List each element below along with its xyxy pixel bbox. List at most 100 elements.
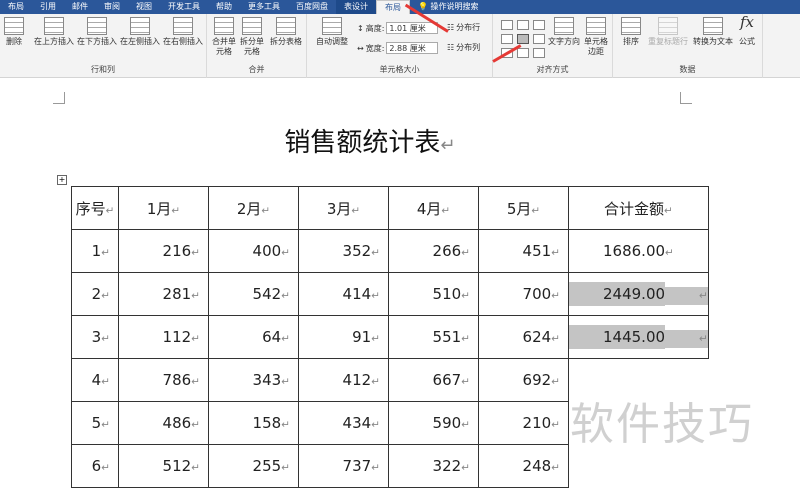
- group-rows-cols: 删除 在上方插入 在下方插入 在左侧插入 在右侧插入 行和列: [0, 14, 207, 78]
- sort-button[interactable]: 排序: [619, 17, 643, 47]
- header-cell[interactable]: 3月↵: [298, 186, 389, 230]
- split-table-button[interactable]: 拆分表格: [267, 17, 305, 47]
- table-cell[interactable]: 512↵: [118, 444, 209, 488]
- table-cell[interactable]: 1↵: [71, 229, 119, 273]
- header-cell[interactable]: 4月↵: [388, 186, 479, 230]
- table-cell[interactable]: 3↵: [71, 315, 119, 359]
- align-middle-right-icon[interactable]: [533, 34, 545, 44]
- table-cell[interactable]: 590↵: [388, 401, 479, 445]
- cell-text: 248: [522, 457, 552, 475]
- table-cell[interactable]: 1686.00↵: [568, 229, 709, 273]
- text-direction-button[interactable]: 文字方向: [547, 17, 581, 47]
- distribute-rows-button[interactable]: ☷ 分布行: [447, 22, 480, 33]
- table-cell[interactable]: 400↵: [208, 229, 299, 273]
- tab-developer[interactable]: 开发工具: [160, 0, 208, 14]
- cell-text: 281: [162, 285, 192, 303]
- tab-more-tools[interactable]: 更多工具: [240, 0, 288, 14]
- table-cell[interactable]: 352↵: [298, 229, 389, 273]
- table-cell[interactable]: 266↵: [388, 229, 479, 273]
- table-cell[interactable]: 322↵: [388, 444, 479, 488]
- autofit-button[interactable]: 自动调整: [312, 17, 352, 47]
- header-cell[interactable]: 5月↵: [478, 186, 569, 230]
- height-input[interactable]: 1.01 厘米: [386, 22, 439, 34]
- table-cell[interactable]: 412↵: [298, 358, 389, 402]
- insert-left-button[interactable]: 在左侧插入: [119, 17, 161, 47]
- table-cell[interactable]: 551↵: [388, 315, 479, 359]
- table-cell[interactable]: 343↵: [208, 358, 299, 402]
- table-cell[interactable]: 451↵: [478, 229, 569, 273]
- autofit-icon: [322, 17, 342, 35]
- tab-view[interactable]: 视图: [128, 0, 160, 14]
- table-cell[interactable]: 434↵: [298, 401, 389, 445]
- table-cell[interactable]: 210↵: [478, 401, 569, 445]
- tab-help[interactable]: 帮助: [208, 0, 240, 14]
- width-input[interactable]: 2.88 厘米: [386, 42, 439, 54]
- cell-text: 322: [432, 457, 462, 475]
- repeat-header-button: 重复标题行: [645, 17, 691, 47]
- fx-icon: fx: [739, 13, 754, 31]
- table-cell[interactable]: 1445.00 ↵: [568, 315, 709, 359]
- cell-margins-icon: [586, 17, 606, 35]
- table-cell[interactable]: 4↵: [71, 358, 119, 402]
- formula-button[interactable]: fx 公式: [735, 13, 759, 47]
- tab-mailings[interactable]: 邮件: [64, 0, 96, 14]
- cell-margins-button[interactable]: 单元格边距: [583, 17, 609, 57]
- header-cell[interactable]: 序号↵: [71, 186, 119, 230]
- table-cell[interactable]: 2↵: [71, 272, 119, 316]
- table-cell[interactable]: 158↵: [208, 401, 299, 445]
- table-cell[interactable]: 510↵: [388, 272, 479, 316]
- align-top-center-icon[interactable]: [517, 20, 529, 30]
- table-cell[interactable]: 486↵: [118, 401, 209, 445]
- table-cell[interactable]: 5↵: [71, 401, 119, 445]
- table-move-handle[interactable]: +: [57, 175, 67, 185]
- table-cell[interactable]: 624↵: [478, 315, 569, 359]
- table-cell[interactable]: 2449.00 ↵: [568, 272, 709, 316]
- insert-right-icon: [173, 17, 193, 35]
- insert-above-button[interactable]: 在上方插入: [33, 17, 75, 47]
- group-alignment: 文字方向 单元格边距 对齐方式: [493, 14, 613, 78]
- delete-table-icon: [4, 17, 24, 35]
- tab-layout[interactable]: 布局: [0, 0, 32, 14]
- table-cell[interactable]: 112↵: [118, 315, 209, 359]
- tell-me-search[interactable]: 💡 操作说明搜索: [418, 0, 479, 14]
- distribute-cols-button[interactable]: ☷ 分布列: [447, 42, 480, 53]
- table-cell[interactable]: 6↵: [71, 444, 119, 488]
- tab-references[interactable]: 引用: [32, 0, 64, 14]
- table-cell[interactable]: 64↵: [208, 315, 299, 359]
- cell-text: 667: [432, 371, 462, 389]
- table-cell[interactable]: 737↵: [298, 444, 389, 488]
- header-cell[interactable]: 合计金额↵: [568, 186, 709, 230]
- table-cell[interactable]: 255↵: [208, 444, 299, 488]
- tab-baidu-netdisk[interactable]: 百度网盘: [288, 0, 336, 14]
- convert-to-text-icon: [703, 17, 723, 35]
- header-cell[interactable]: 1月↵: [118, 186, 209, 230]
- tab-review[interactable]: 审阅: [96, 0, 128, 14]
- insert-below-button[interactable]: 在下方插入: [76, 17, 118, 47]
- cell-text: 158: [252, 414, 282, 432]
- tab-table-design[interactable]: 表设计: [336, 0, 376, 14]
- merge-cells-button[interactable]: 合并单元格: [211, 17, 237, 57]
- insert-right-button[interactable]: 在右侧插入: [162, 17, 204, 47]
- align-bottom-center-icon[interactable]: [517, 48, 529, 58]
- table-cell[interactable]: 542↵: [208, 272, 299, 316]
- convert-to-text-button[interactable]: 转换为文本: [691, 17, 735, 47]
- table-cell[interactable]: 248↵: [478, 444, 569, 488]
- table-cell[interactable]: 91↵: [298, 315, 389, 359]
- table-cell[interactable]: 281↵: [118, 272, 209, 316]
- table-cell[interactable]: 414↵: [298, 272, 389, 316]
- table-cell[interactable]: 667↵: [388, 358, 479, 402]
- align-middle-left-icon[interactable]: [501, 34, 513, 44]
- align-top-right-icon[interactable]: [533, 20, 545, 30]
- table-cell[interactable]: 700↵: [478, 272, 569, 316]
- tab-table-layout[interactable]: 布局: [376, 0, 410, 14]
- table-cell[interactable]: 692↵: [478, 358, 569, 402]
- header-cell[interactable]: 2月↵: [208, 186, 299, 230]
- table-cell[interactable]: 216↵: [118, 229, 209, 273]
- delete-button[interactable]: 删除: [3, 17, 25, 47]
- cell-text: 400: [252, 242, 282, 260]
- table-cell[interactable]: 786↵: [118, 358, 209, 402]
- align-bottom-right-icon[interactable]: [533, 48, 545, 58]
- align-center-icon[interactable]: [517, 34, 529, 44]
- split-cells-button[interactable]: 拆分单元格: [239, 17, 265, 57]
- align-top-left-icon[interactable]: [501, 20, 513, 30]
